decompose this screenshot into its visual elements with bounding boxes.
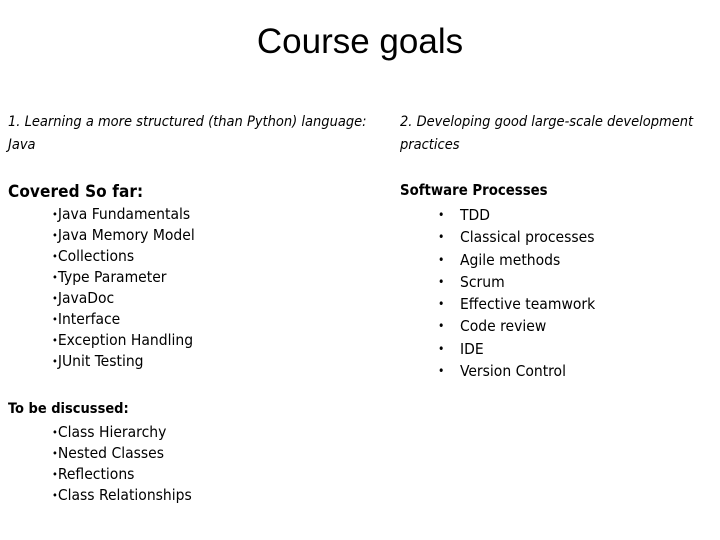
left-column: 1. Learning a more structured (than Pyth… bbox=[8, 0, 378, 540]
bullet-icon: • bbox=[438, 230, 445, 245]
list-item: •Reflections bbox=[52, 464, 192, 485]
bullet-icon: • bbox=[438, 208, 445, 222]
list-item: • Agile methods bbox=[438, 249, 595, 271]
discussed-item-label: Nested Classes bbox=[57, 444, 164, 462]
goal-1-text: 1. Learning a more structured (than Pyth… bbox=[8, 114, 367, 153]
process-item-label: Classical processes bbox=[460, 228, 595, 247]
process-item-label: Version Control bbox=[460, 362, 566, 381]
process-item-label: Scrum bbox=[460, 272, 505, 291]
process-item-label: IDE bbox=[460, 339, 484, 358]
bullet-icon: • bbox=[438, 274, 445, 289]
list-item: •JUnit Testing bbox=[52, 351, 195, 372]
bullet-icon: • bbox=[438, 297, 445, 312]
covered-item-label: Java Fundamentals bbox=[57, 205, 191, 223]
list-item: • IDE bbox=[438, 338, 595, 360]
list-item: • TDD bbox=[438, 204, 595, 226]
list-item: •Exception Handling bbox=[52, 330, 195, 351]
process-item-label: Effective teamwork bbox=[460, 295, 596, 314]
bullet-icon: • bbox=[438, 341, 445, 356]
list-item: • Effective teamwork bbox=[438, 293, 595, 315]
slide-canvas: Course goals 1. Learning a more structur… bbox=[0, 0, 720, 540]
covered-item-label: Java Memory Model bbox=[57, 226, 195, 244]
list-item: •Interface bbox=[52, 309, 195, 330]
list-item: •Nested Classes bbox=[52, 443, 192, 464]
covered-item-label: Collections bbox=[57, 247, 135, 265]
to-be-discussed-list: •Class Hierarchy •Nested Classes •Reflecti… bbox=[52, 422, 192, 506]
covered-item-label: JUnit Testing bbox=[57, 352, 144, 370]
list-item: •Java Fundamentals bbox=[52, 204, 195, 225]
covered-so-far-list: •Java Fundamentals •Java Memory Model •Col… bbox=[52, 204, 195, 372]
software-processes-list: • TDD • Classical processes • Agile methods • S… bbox=[438, 204, 595, 382]
list-item: • Classical processes bbox=[438, 226, 595, 248]
covered-item-label: Exception Handling bbox=[57, 331, 194, 349]
process-item-label: Code review bbox=[460, 317, 547, 336]
list-item: •Class Hierarchy bbox=[52, 422, 192, 443]
covered-item-label: JavaDoc bbox=[57, 289, 115, 307]
to-be-discussed-heading: To be discussed: bbox=[8, 401, 129, 417]
discussed-item-label: Class Hierarchy bbox=[57, 423, 167, 441]
list-item: •Type Parameter bbox=[52, 267, 195, 288]
process-item-label: TDD bbox=[460, 206, 490, 224]
process-item-label: Agile methods bbox=[460, 250, 561, 269]
discussed-item-label: Reflections bbox=[57, 465, 135, 483]
list-item: • Code review bbox=[438, 315, 595, 337]
list-item: •Java Memory Model bbox=[52, 225, 195, 246]
list-item: • Version Control bbox=[438, 360, 595, 382]
covered-item-label: Type Parameter bbox=[57, 268, 167, 286]
list-item: •Collections bbox=[52, 246, 195, 267]
covered-so-far-heading: Covered So far: bbox=[8, 182, 144, 202]
bullet-icon: • bbox=[438, 319, 445, 334]
goal-2-text: 2. Developing good large-scale developme… bbox=[400, 114, 694, 153]
bullet-icon: • bbox=[438, 364, 445, 379]
covered-item-label: Interface bbox=[57, 310, 121, 328]
discussed-item-label: Class Relationships bbox=[57, 486, 192, 504]
bullet-icon: • bbox=[438, 252, 445, 267]
list-item: • Scrum bbox=[438, 271, 595, 293]
software-processes-heading: Software Processes bbox=[400, 182, 548, 199]
list-item: •Class Relationships bbox=[52, 485, 192, 506]
list-item: •JavaDoc bbox=[52, 288, 195, 309]
